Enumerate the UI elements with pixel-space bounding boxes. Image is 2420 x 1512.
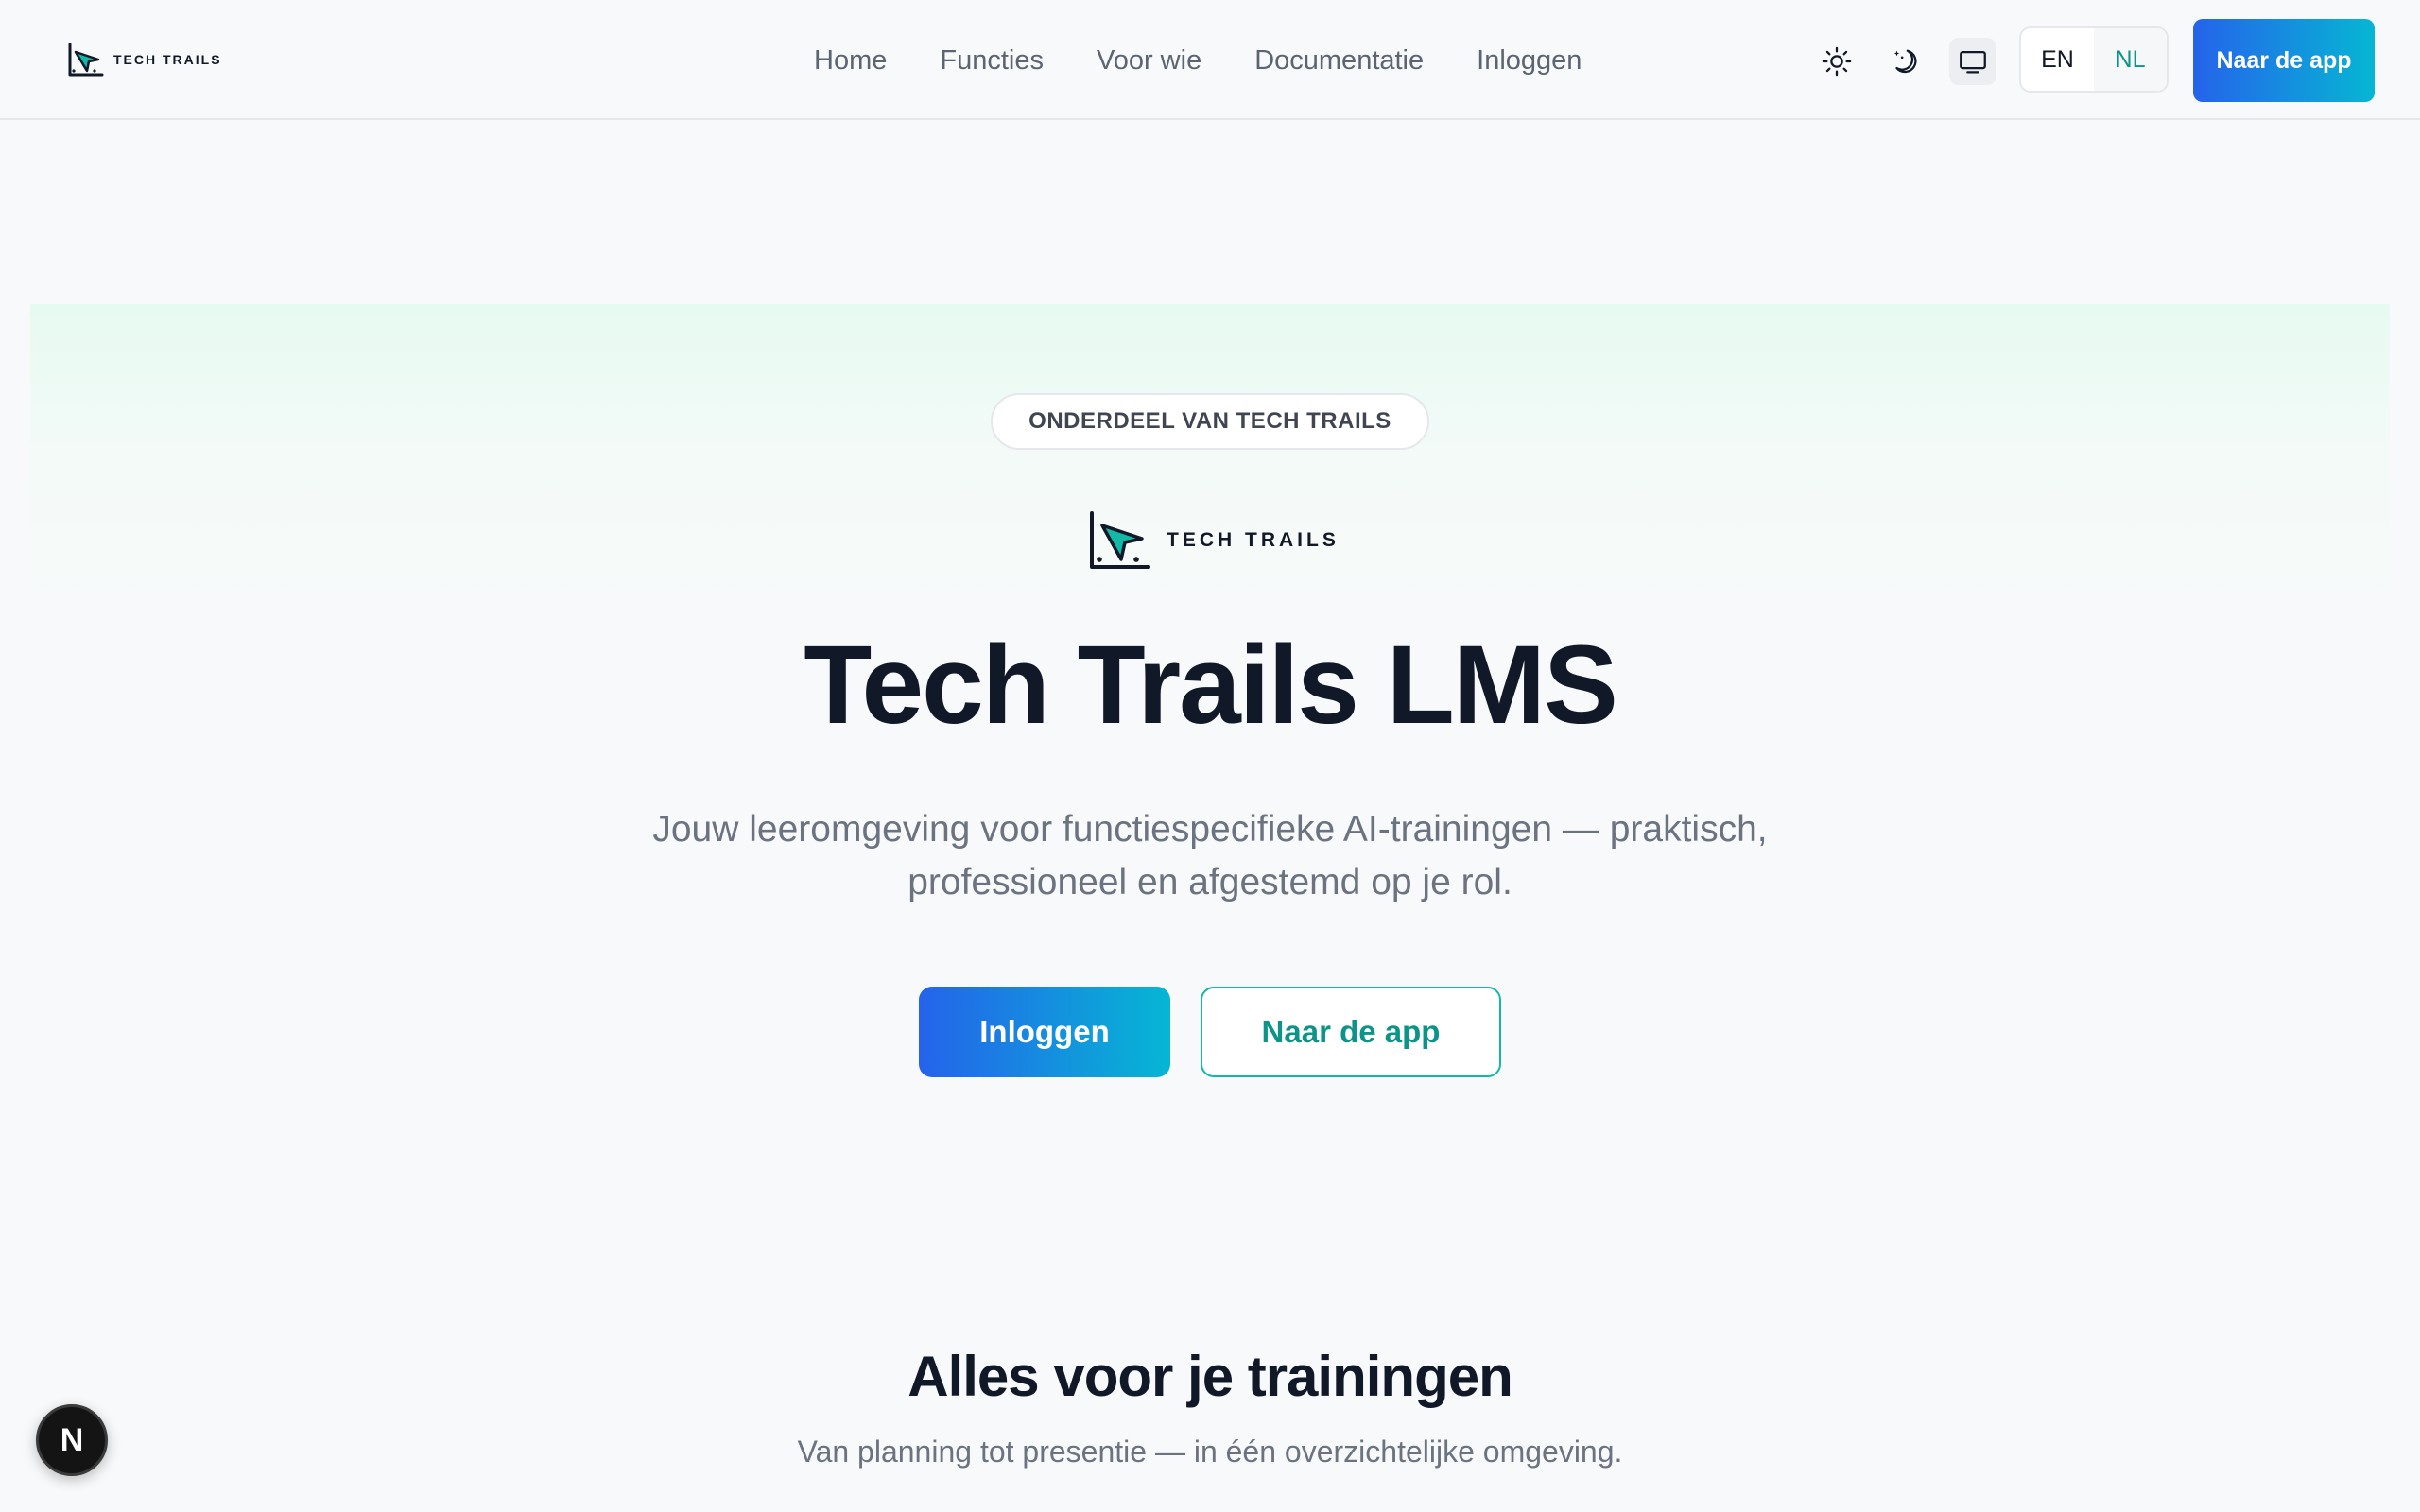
nav-documentatie[interactable]: Documentatie <box>1254 45 1424 77</box>
header-app-button[interactable]: Naar de app <box>2193 19 2375 102</box>
hero-subtitle: Jouw leeromgeving voor functiespecifieke… <box>652 809 1768 902</box>
dark-theme-button[interactable] <box>1881 38 1928 85</box>
lang-en-option[interactable]: EN <box>2021 28 2094 91</box>
nav-voor-wie[interactable]: Voor wie <box>1097 45 1201 77</box>
nav-home[interactable]: Home <box>814 45 887 77</box>
go-to-app-button[interactable]: Naar de app <box>1201 987 1501 1077</box>
logo-icon <box>1090 511 1150 569</box>
hero-title: Tech Trails LMS <box>804 623 1618 747</box>
main-nav: Home Functies Voor wie Documentatie Inlo… <box>814 38 1582 83</box>
nav-inloggen[interactable]: Inloggen <box>1477 45 1582 77</box>
language-switcher: EN NL <box>2019 26 2169 93</box>
system-theme-button[interactable] <box>1949 38 1996 85</box>
features-title: Alles voor je trainingen <box>908 1345 1513 1408</box>
nav-functies[interactable]: Functies <box>940 45 1044 77</box>
hero-background-glow <box>30 304 2390 644</box>
light-theme-button[interactable] <box>1813 38 1860 85</box>
lang-nl-option[interactable]: NL <box>2094 28 2167 91</box>
login-button[interactable]: Inloggen <box>919 987 1170 1077</box>
dev-tools-button[interactable]: N <box>36 1404 108 1476</box>
logo-icon <box>68 43 104 77</box>
site-header: TECH TRAILS Home Functies Voor wie Docum… <box>0 0 2420 120</box>
brand-logo[interactable]: TECH TRAILS <box>66 41 222 78</box>
sun-icon <box>1822 46 1852 77</box>
hero-logo: TECH TRAILS <box>1087 508 1340 573</box>
hero-logo-text: TECH TRAILS <box>1167 529 1340 551</box>
moon-icon <box>1893 49 1917 74</box>
monitor-icon <box>1960 50 1986 74</box>
features-subtitle: Van planning tot presentie — in één over… <box>797 1435 1623 1469</box>
brand-text: TECH TRAILS <box>113 52 222 67</box>
hero-badge: ONDERDEEL VAN TECH TRAILS <box>991 393 1429 450</box>
